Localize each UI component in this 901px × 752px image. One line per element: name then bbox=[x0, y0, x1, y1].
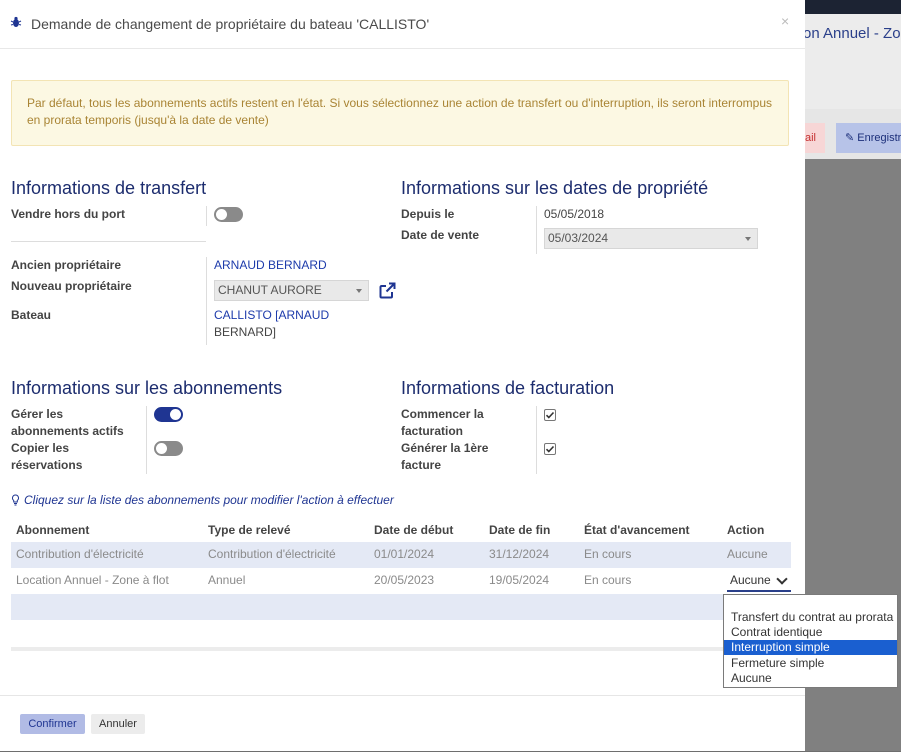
chevron-down-icon bbox=[776, 573, 788, 585]
toggle-knob bbox=[216, 209, 227, 220]
table-cell: Aucune bbox=[727, 547, 768, 561]
sale-date-label: Date de vente bbox=[401, 228, 480, 242]
manage-active-label-1: Gérer les bbox=[11, 407, 64, 421]
dropdown-option[interactable]: Aucune bbox=[724, 671, 897, 686]
dates-section-title: Informations sur les dates de propriété bbox=[401, 178, 709, 198]
divider bbox=[206, 257, 207, 345]
modal-header: Demande de changement de propriétaire du… bbox=[0, 0, 805, 49]
start-billing-label-1: Commencer la bbox=[401, 407, 484, 421]
column-header: Abonnement bbox=[16, 523, 90, 537]
ownership-change-modal: Demande de changement de propriétaire du… bbox=[0, 0, 898, 752]
check-icon bbox=[545, 445, 555, 453]
table-cell: 19/05/2024 bbox=[489, 573, 550, 587]
divider bbox=[536, 206, 537, 254]
transfer-section-title: Informations de transfert bbox=[11, 178, 207, 198]
boat-link[interactable]: CALLISTO [ARNAUD bbox=[214, 308, 329, 322]
first-invoice-label-1: Générer la 1ère bbox=[401, 441, 489, 455]
divider bbox=[536, 406, 537, 474]
subscriptions-section-title: Informations sur les abonnements bbox=[11, 378, 283, 398]
background-save-button: ✎ Enregistr bbox=[836, 123, 901, 153]
chevron-down-icon bbox=[356, 289, 362, 293]
first-invoice-checkbox[interactable] bbox=[544, 443, 556, 455]
column-header: Action bbox=[727, 523, 765, 537]
divider bbox=[11, 241, 206, 242]
info-alert: Par défaut, tous les abonnements actifs … bbox=[11, 80, 789, 146]
background-title: on Annuel - Zo bbox=[803, 25, 901, 42]
table-cell: Location Annuel - Zone à flot bbox=[16, 573, 169, 587]
since-label: Depuis le bbox=[401, 207, 455, 221]
first-invoice-label-2: facture bbox=[401, 458, 442, 472]
dropdown-option[interactable]: Contrat identique bbox=[724, 625, 897, 640]
copy-reservations-label-1: Copier les bbox=[11, 441, 70, 455]
billing-section-title: Informations de facturation bbox=[401, 378, 615, 398]
sell-out-port-label: Vendre hors du port bbox=[11, 207, 126, 221]
start-billing-checkbox[interactable] bbox=[544, 409, 556, 421]
new-owner-select[interactable]: CHANUT AURORE bbox=[214, 280, 369, 301]
sale-date-select[interactable]: 05/03/2024 bbox=[544, 228, 758, 249]
table-row[interactable]: Contribution d'électricité Contribution … bbox=[11, 542, 791, 568]
close-icon[interactable]: × bbox=[781, 13, 789, 29]
confirm-button[interactable]: Confirmer bbox=[20, 714, 85, 734]
old-owner-label: Ancien propriétaire bbox=[11, 258, 122, 272]
action-select[interactable]: Aucune bbox=[727, 570, 791, 592]
new-owner-label: Nouveau propriétaire bbox=[11, 279, 132, 293]
bug-icon bbox=[10, 16, 22, 27]
cancel-button[interactable]: Annuler bbox=[91, 714, 145, 734]
dropdown-option[interactable]: Interruption simple bbox=[724, 640, 897, 655]
background-red-button: ail bbox=[805, 123, 825, 153]
background-topbar bbox=[805, 0, 901, 14]
table-cell: Annuel bbox=[208, 573, 246, 587]
manage-active-toggle[interactable] bbox=[154, 407, 183, 422]
new-owner-value: CHANUT AURORE bbox=[218, 283, 322, 297]
check-icon bbox=[545, 411, 555, 419]
sell-out-port-toggle[interactable] bbox=[214, 207, 243, 222]
boat-value-line2: BERNARD] bbox=[214, 325, 277, 339]
copy-reservations-label: Copier les réservations bbox=[11, 440, 82, 474]
dropdown-option[interactable]: Transfert du contrat au prorata bbox=[724, 610, 897, 625]
table-cell: 31/12/2024 bbox=[489, 547, 550, 561]
manage-active-label: Gérer les abonnements actifs bbox=[11, 406, 124, 440]
copy-reservations-toggle[interactable] bbox=[154, 441, 183, 456]
modal-title: Demande de changement de propriétaire du… bbox=[31, 16, 430, 32]
table-hint: Cliquez sur la liste des abonnements pou… bbox=[24, 493, 394, 507]
first-invoice-label: Générer la 1ère facture bbox=[401, 440, 488, 474]
start-billing-label: Commencer la facturation bbox=[401, 406, 484, 440]
action-dropdown-list: Transfert du contrat au prorata Contrat … bbox=[723, 594, 898, 688]
action-select-value: Aucune bbox=[730, 573, 771, 587]
column-header: Date de fin bbox=[489, 523, 551, 537]
table-cell: Contribution d'électricité bbox=[16, 547, 144, 561]
table-cell: 01/01/2024 bbox=[374, 547, 435, 561]
table-scrollbar[interactable] bbox=[11, 647, 791, 651]
dropdown-option[interactable]: Fermeture simple bbox=[724, 656, 897, 671]
external-link-icon[interactable] bbox=[379, 282, 396, 299]
old-owner-link[interactable]: ARNAUD BERNARD bbox=[214, 257, 327, 274]
divider bbox=[146, 406, 147, 474]
copy-reservations-label-2: réservations bbox=[11, 458, 83, 472]
modal-footer: Confirmer Annuler bbox=[0, 695, 805, 752]
manage-active-label-2: abonnements actifs bbox=[11, 424, 124, 438]
column-header: Type de relevé bbox=[208, 523, 291, 537]
table-cell: En cours bbox=[584, 547, 632, 561]
table-cell: Contribution d'électricité bbox=[208, 547, 336, 561]
table-cell: 20/05/2023 bbox=[374, 573, 435, 587]
boat-value: CALLISTO [ARNAUD BERNARD] bbox=[214, 307, 329, 341]
since-value: 05/05/2018 bbox=[544, 207, 605, 221]
divider bbox=[206, 206, 207, 226]
alert-text: Par défaut, tous les abonnements actifs … bbox=[27, 96, 772, 127]
table-empty-row bbox=[11, 594, 791, 620]
table-cell: En cours bbox=[584, 573, 632, 587]
table-header: Abonnement Type de relevé Date de début … bbox=[11, 519, 791, 543]
chevron-down-icon bbox=[745, 237, 751, 241]
start-billing-label-2: facturation bbox=[401, 424, 464, 438]
column-header: Date de début bbox=[374, 523, 454, 537]
background-save-label: Enregistr bbox=[857, 132, 901, 144]
column-header: État d'avancement bbox=[584, 523, 690, 537]
lightbulb-icon bbox=[12, 494, 19, 506]
boat-label: Bateau bbox=[11, 308, 52, 322]
toggle-knob bbox=[170, 409, 181, 420]
table-row[interactable]: Location Annuel - Zone à flot Annuel 20/… bbox=[11, 568, 791, 594]
toggle-knob bbox=[156, 443, 167, 454]
sale-date-value: 05/03/2024 bbox=[548, 231, 609, 245]
